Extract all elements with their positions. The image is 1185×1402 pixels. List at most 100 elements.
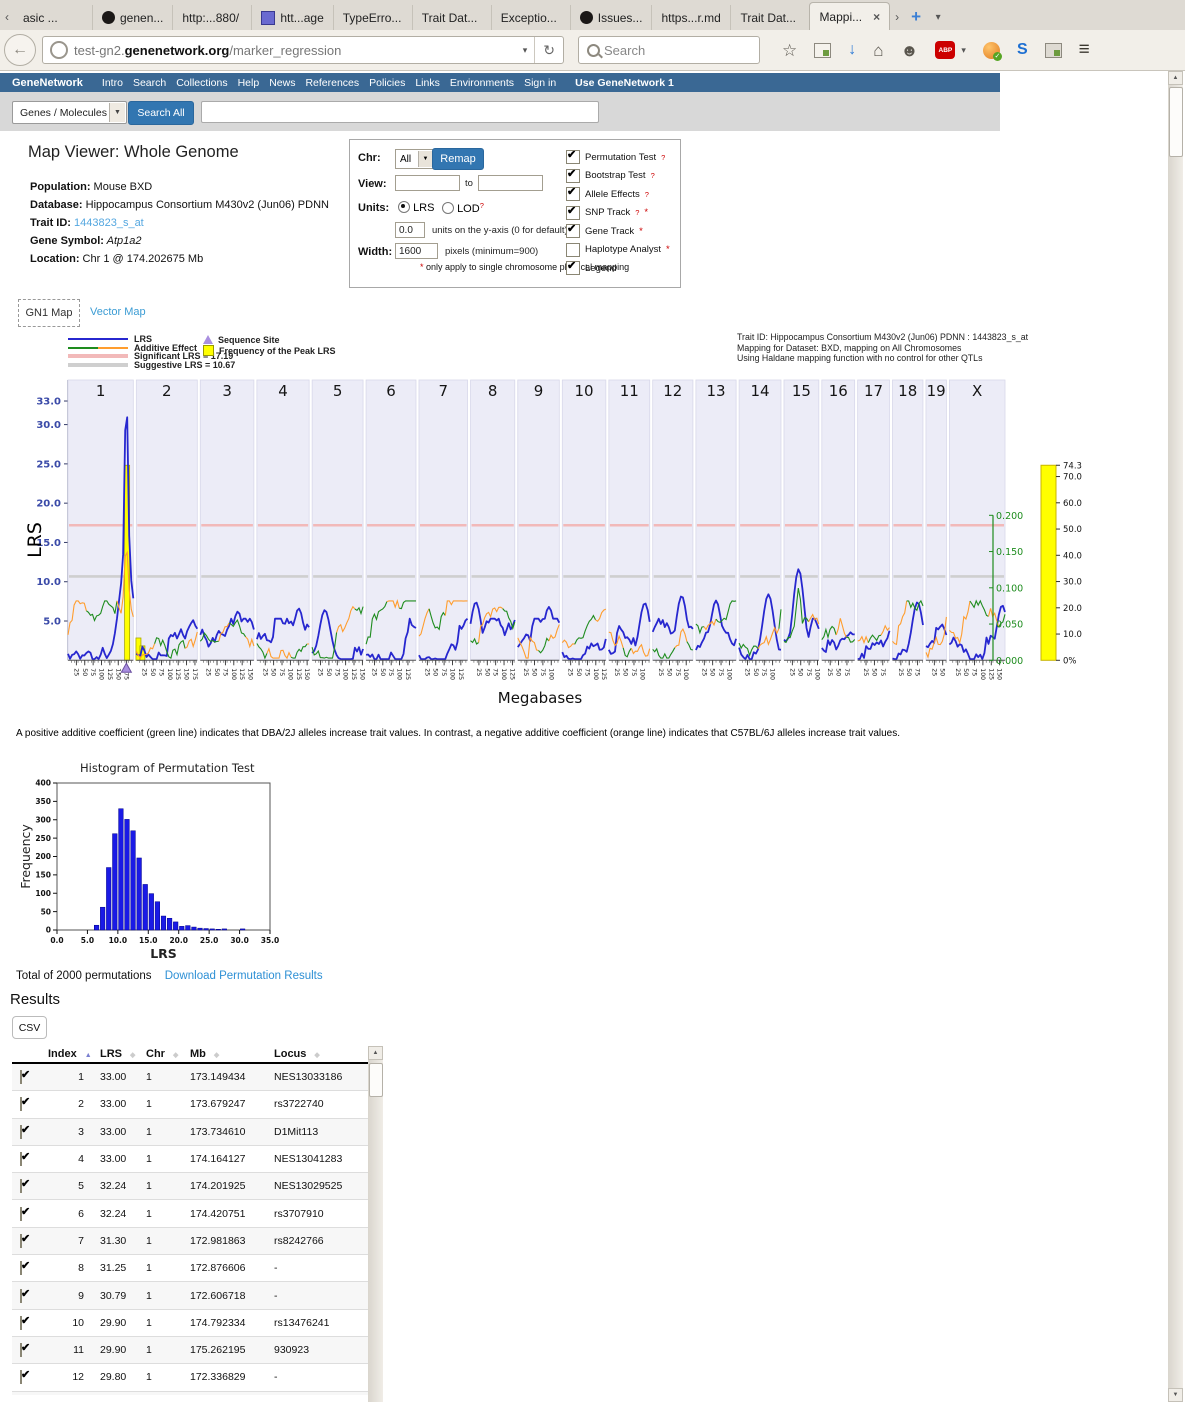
search-all-button[interactable]: Search All: [128, 101, 194, 125]
tab-scroll-left-button[interactable]: ‹: [0, 4, 14, 30]
url-dropdown-caret[interactable]: ▾: [516, 37, 536, 63]
page-scroll-thumb[interactable]: [1169, 87, 1183, 157]
skype-icon[interactable]: S: [1017, 41, 1028, 59]
track-option-permutation-test[interactable]: Permutation Test?: [566, 148, 670, 167]
sort-icon[interactable]: ◆: [314, 1052, 319, 1059]
table-scroll-up-icon[interactable]: ▲: [368, 1046, 383, 1060]
column-header-locus[interactable]: Locus◆: [274, 1048, 368, 1060]
active-tab[interactable]: Mappi...×: [809, 2, 890, 30]
sort-icon[interactable]: ▲: [85, 1052, 92, 1059]
table-scrollbar[interactable]: ▲: [368, 1046, 383, 1402]
compose-icon[interactable]: [1045, 43, 1062, 58]
use-genenetwork1-link[interactable]: Use GeneNetwork 1: [575, 77, 674, 89]
nav-item-sign-in[interactable]: Sign in: [519, 77, 561, 89]
table-scroll-thumb[interactable]: [369, 1063, 383, 1097]
page-scroll-up-icon[interactable]: ▲: [1168, 71, 1183, 85]
column-header-mb[interactable]: Mb◆: [190, 1048, 274, 1060]
checkbox-checked-icon[interactable]: [566, 206, 580, 220]
sort-icon[interactable]: ◆: [214, 1052, 219, 1059]
home-icon[interactable]: ⌂: [873, 42, 883, 59]
remap-button[interactable]: Remap: [432, 148, 484, 170]
row-checkbox[interactable]: [20, 1125, 22, 1139]
row-checkbox[interactable]: [20, 1316, 22, 1330]
browser-tab[interactable]: http:...880/: [172, 5, 251, 30]
trait-field-value[interactable]: 1443823_s_at: [71, 217, 144, 229]
checkbox-checked-icon[interactable]: [566, 150, 580, 164]
bookmark-star-icon[interactable]: ☆: [782, 42, 797, 59]
back-button[interactable]: ←: [4, 34, 36, 66]
nav-item-search[interactable]: Search: [128, 77, 171, 89]
tab-gn1-map[interactable]: GN1 Map: [18, 299, 80, 327]
download-icon[interactable]: ↓: [848, 41, 856, 59]
row-checkbox[interactable]: [20, 1289, 22, 1303]
checkbox-checked-icon[interactable]: [566, 224, 580, 238]
units-lod-radio[interactable]: LOD?: [442, 201, 484, 215]
browser-tab[interactable]: asic ...: [14, 5, 92, 30]
nav-item-news[interactable]: News: [264, 77, 300, 89]
row-checkbox[interactable]: [20, 1370, 22, 1384]
sort-icon[interactable]: ◆: [130, 1052, 135, 1059]
help-superscript[interactable]: ?: [645, 190, 649, 199]
column-header-lrs[interactable]: LRS◆: [100, 1048, 146, 1060]
search-category-select[interactable]: Genes / Molecules ▼: [12, 101, 127, 124]
chr-select[interactable]: All ▼: [395, 149, 434, 169]
units-lrs-radio[interactable]: LRS: [398, 201, 434, 214]
browser-tab[interactable]: Exceptio...: [491, 5, 570, 30]
reload-icon[interactable]: ↻: [535, 42, 563, 59]
row-checkbox[interactable]: [20, 1207, 22, 1221]
tab-list-button[interactable]: ▾: [928, 4, 948, 30]
track-option-snp-track[interactable]: SNP Track?*: [566, 204, 670, 223]
page-scroll-down-icon[interactable]: ▼: [1168, 1388, 1183, 1402]
genenetwork-brand[interactable]: GeneNetwork: [12, 77, 83, 89]
checkbox-checked-icon[interactable]: [566, 187, 580, 201]
view-to-input[interactable]: [478, 175, 543, 191]
nav-item-collections[interactable]: Collections: [171, 77, 232, 89]
browser-tab[interactable]: Trait Dat...: [730, 5, 809, 30]
adblock-caret-icon[interactable]: ▾: [961, 45, 966, 56]
track-option-gene-track[interactable]: Gene Track*: [566, 222, 670, 241]
column-header-index[interactable]: Index▲: [48, 1048, 100, 1060]
track-option-haplotype-analyst[interactable]: Haplotype Analyst*: [566, 241, 670, 260]
category-caret-icon[interactable]: ▼: [109, 103, 125, 122]
nav-item-references[interactable]: References: [300, 77, 364, 89]
row-checkbox[interactable]: [20, 1343, 22, 1357]
browser-tab[interactable]: Issues...: [570, 5, 652, 30]
tab-scroll-right-button[interactable]: ›: [890, 4, 904, 30]
tab-vector-map[interactable]: Vector Map: [90, 306, 146, 318]
row-checkbox[interactable]: [20, 1234, 22, 1248]
site-identity-icon[interactable]: [50, 41, 68, 59]
url-bar[interactable]: test-gn2.genenetwork.org/marker_regressi…: [42, 36, 564, 64]
help-superscript[interactable]: ?: [651, 171, 655, 180]
column-header-chr[interactable]: Chr◆: [146, 1048, 190, 1060]
y-axis-input[interactable]: 0.0: [395, 222, 425, 238]
csv-button[interactable]: CSV: [12, 1016, 47, 1039]
messenger-icon[interactable]: ☻: [901, 42, 919, 59]
download-permutation-link[interactable]: Download Permutation Results: [165, 970, 323, 982]
row-checkbox[interactable]: [20, 1261, 22, 1275]
track-option-legend[interactable]: Legend: [566, 259, 670, 278]
checkbox-icon[interactable]: [566, 243, 580, 257]
extension-ball-icon[interactable]: [983, 42, 1000, 59]
browser-tab[interactable]: https...r.md: [651, 5, 730, 30]
main-search-input[interactable]: [201, 101, 599, 123]
track-option-allele-effects[interactable]: Allele Effects?: [566, 185, 670, 204]
sort-icon[interactable]: ◆: [173, 1052, 178, 1059]
page-scrollbar[interactable]: ▲ ▼: [1168, 71, 1183, 1402]
nav-item-intro[interactable]: Intro: [97, 77, 128, 89]
row-checkbox[interactable]: [20, 1070, 22, 1084]
row-checkbox[interactable]: [20, 1152, 22, 1166]
nav-item-environments[interactable]: Environments: [445, 77, 519, 89]
checkbox-checked-icon[interactable]: [566, 169, 580, 183]
close-tab-icon[interactable]: ×: [873, 10, 880, 24]
adblock-icon[interactable]: ABP: [935, 41, 955, 59]
browser-tab[interactable]: htt...age: [251, 5, 332, 30]
row-checkbox[interactable]: [20, 1097, 22, 1111]
browser-tab[interactable]: genen...: [92, 5, 172, 30]
new-tab-button[interactable]: +: [904, 4, 928, 30]
browser-tab[interactable]: Trait Dat...: [412, 5, 491, 30]
nav-item-links[interactable]: Links: [410, 77, 445, 89]
lod-help[interactable]: ?: [480, 201, 484, 210]
checkbox-checked-icon[interactable]: [566, 261, 580, 275]
view-from-input[interactable]: [395, 175, 460, 191]
help-superscript[interactable]: ?: [661, 153, 665, 162]
